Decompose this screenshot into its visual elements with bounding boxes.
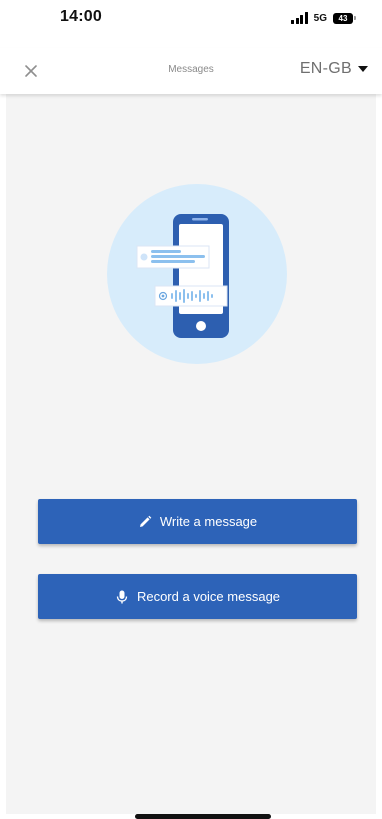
network-type: 5G (313, 12, 327, 24)
write-message-button[interactable]: Write a message (38, 499, 357, 544)
battery-level: 43 (333, 12, 353, 24)
phone-messages-illustration (107, 184, 287, 364)
status-bar: 14:00 5G 43 (0, 0, 382, 48)
microphone-icon (116, 590, 128, 603)
status-time: 14:00 (60, 8, 102, 25)
battery-icon: 43 (333, 12, 356, 24)
pencil-icon (139, 515, 152, 527)
record-voice-button[interactable]: Record a voice message (38, 574, 357, 619)
language-label: EN-GB (299, 60, 352, 77)
main-content: Write a message Record a voice message (6, 94, 376, 819)
status-indicators: 5G 43 (291, 10, 356, 26)
app-header: Messages EN-GB (0, 48, 382, 94)
signal-icon (291, 12, 308, 24)
home-indicator[interactable] (135, 814, 271, 819)
language-select[interactable]: EN-GB (300, 60, 368, 78)
record-voice-label: Record a voice message (136, 589, 281, 604)
write-message-label: Write a message (159, 514, 258, 529)
chevron-down-icon (358, 66, 368, 72)
